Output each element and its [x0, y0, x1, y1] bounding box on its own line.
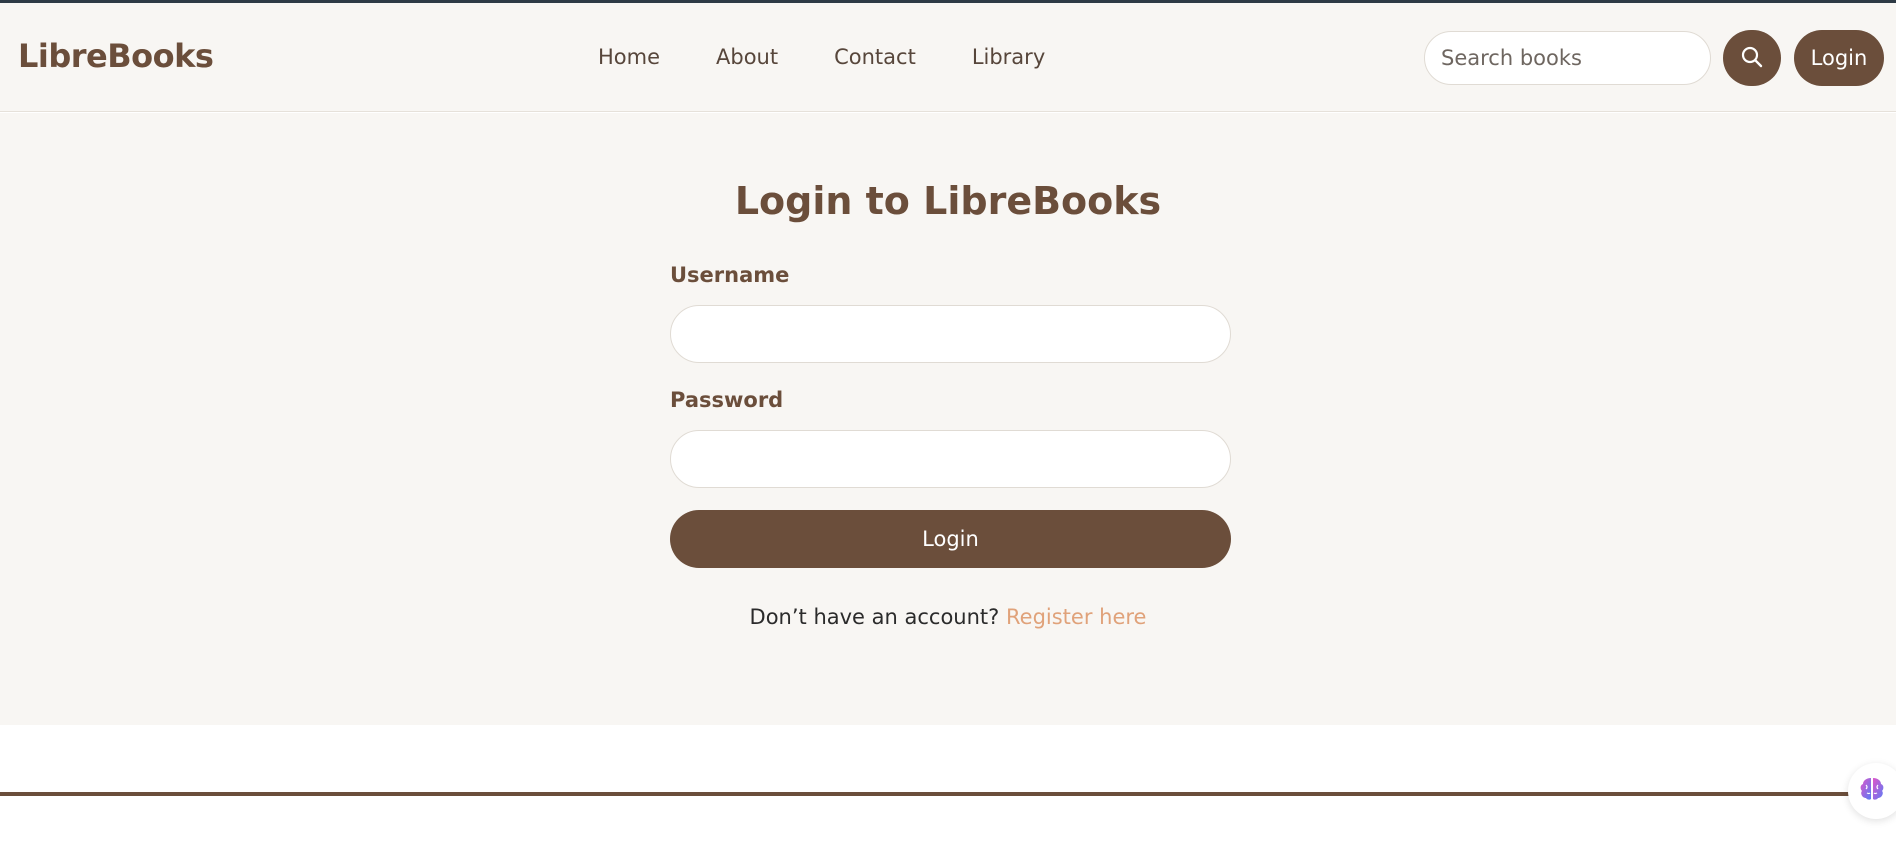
nav-home[interactable]: Home [598, 45, 660, 69]
password-field[interactable] [670, 430, 1231, 488]
login-section: Login to LibreBooks Username Password Lo… [0, 113, 1896, 725]
header-login-button[interactable]: Login [1794, 30, 1884, 86]
register-prompt: Don’t have an account? [749, 605, 1000, 629]
footer-divider [0, 792, 1896, 796]
main-nav: Home About Contact Library [598, 45, 1045, 69]
navbar: LibreBooks Home About Contact Library Lo… [0, 3, 1896, 112]
username-field[interactable] [670, 305, 1231, 363]
nav-library[interactable]: Library [972, 45, 1045, 69]
register-link[interactable]: Register here [1006, 605, 1146, 629]
login-submit-button[interactable]: Login [670, 510, 1231, 568]
search-button[interactable] [1723, 30, 1781, 86]
nav-contact[interactable]: Contact [834, 45, 916, 69]
page-title: Login to LibreBooks [734, 179, 1162, 223]
brain-icon [1857, 774, 1887, 808]
nav-about[interactable]: About [716, 45, 778, 69]
search-icon [1740, 45, 1764, 72]
search-input[interactable] [1424, 31, 1711, 85]
password-label: Password [670, 388, 784, 412]
register-prompt-line: Don’t have an account? Register here [0, 605, 1896, 629]
brand-logo[interactable]: LibreBooks [18, 37, 214, 75]
username-label: Username [670, 263, 790, 287]
assistant-widget-button[interactable] [1848, 763, 1896, 819]
